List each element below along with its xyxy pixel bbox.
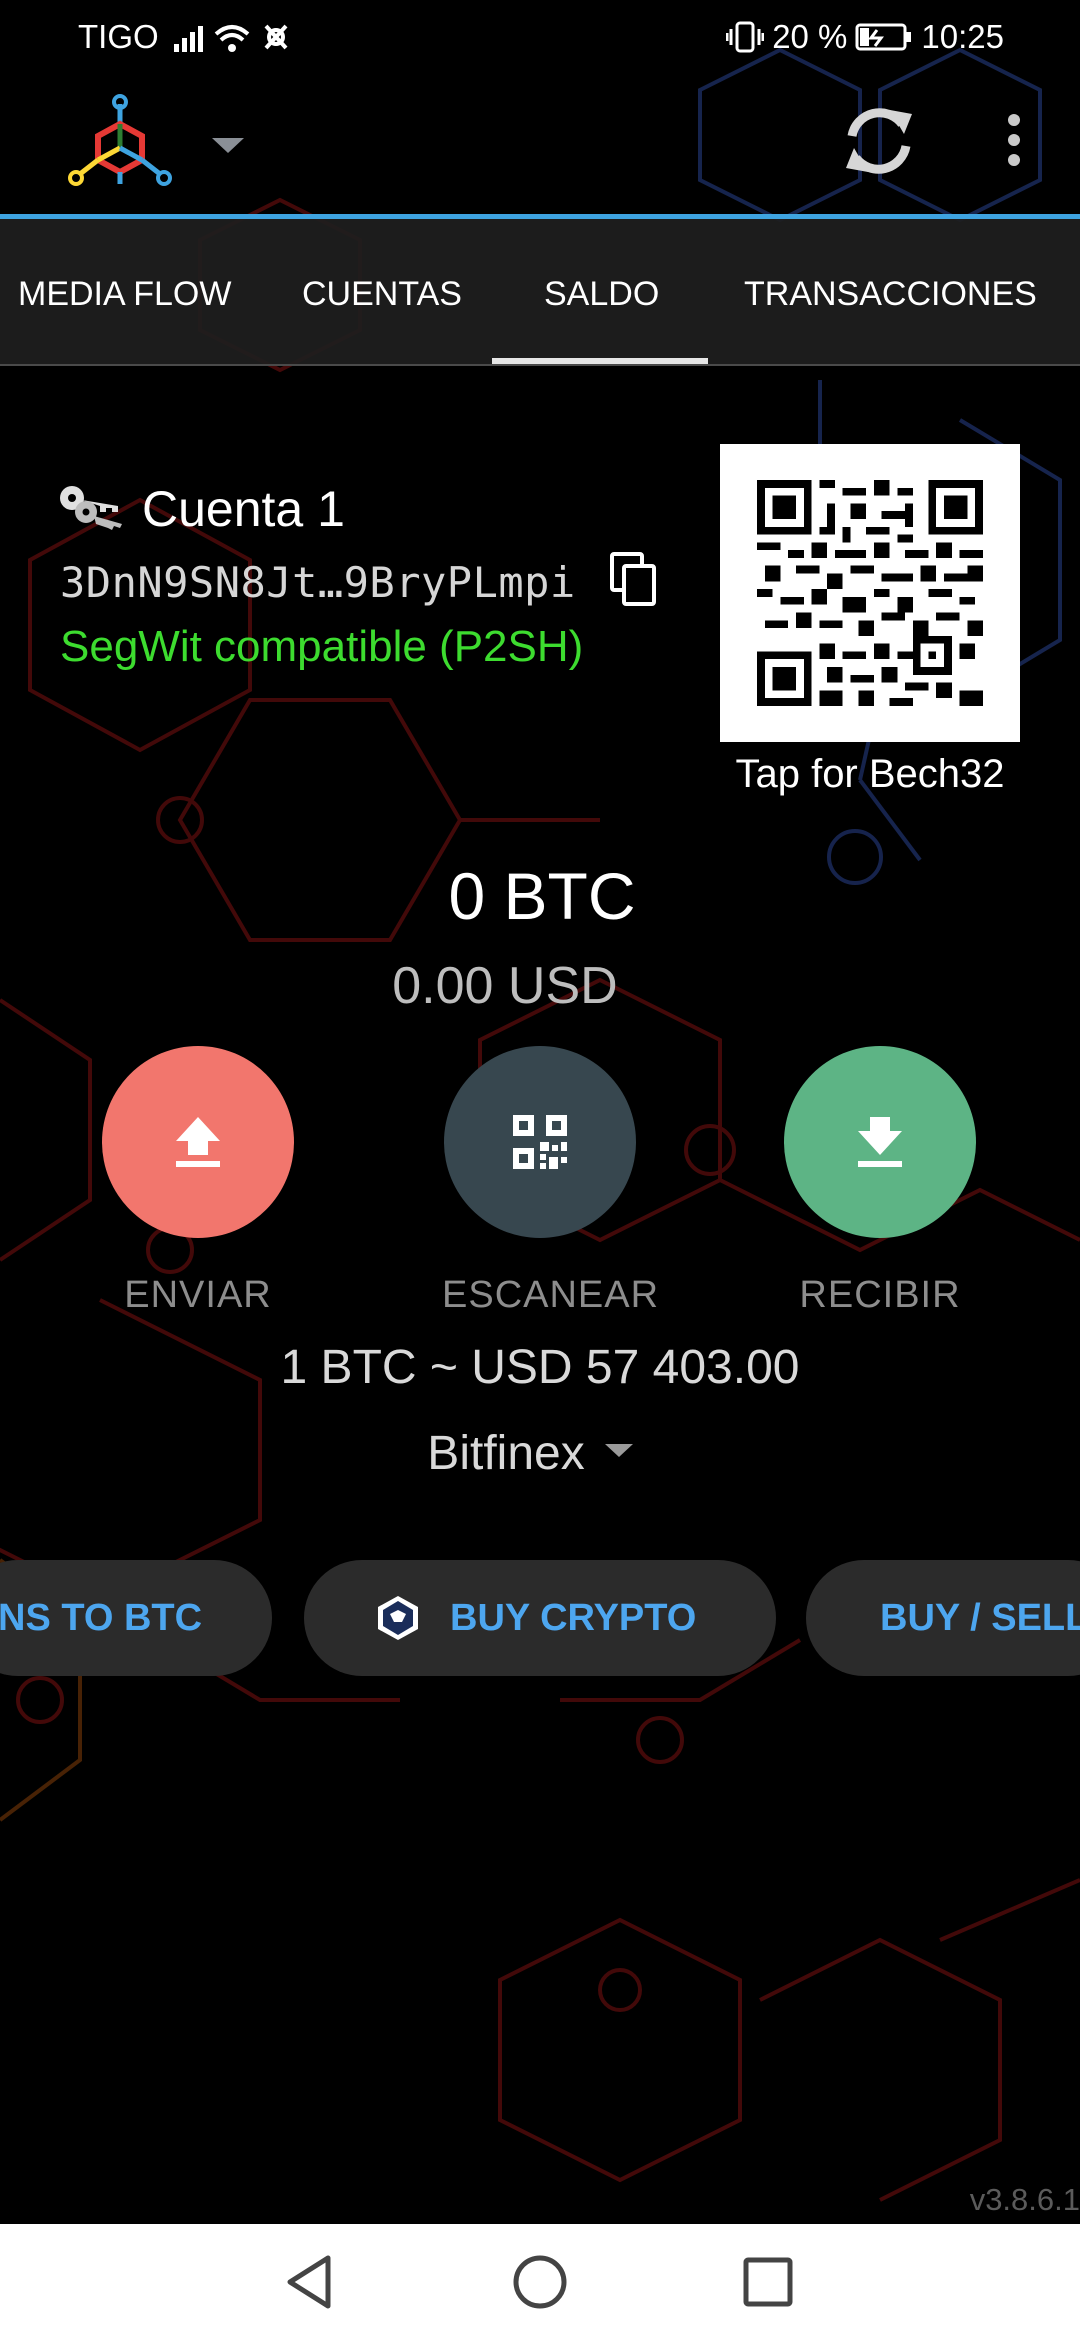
pill-coins-to-btc[interactable]: NS TO BTC bbox=[0, 1560, 272, 1676]
signal-icon bbox=[174, 24, 288, 52]
more-vert-icon[interactable] bbox=[1000, 114, 1028, 178]
crypto-com-icon bbox=[378, 1596, 418, 1640]
exchange-source: Bitfinex bbox=[427, 1427, 585, 1480]
back-icon[interactable] bbox=[276, 2248, 344, 2316]
scan-label: ESCANEAR bbox=[442, 1274, 660, 1316]
receive-circle[interactable] bbox=[784, 1046, 976, 1238]
send-circle[interactable] bbox=[102, 1046, 294, 1238]
receive-button[interactable]: RECIBIR bbox=[782, 1046, 978, 1317]
tab-media-flow[interactable]: MEDIA FLOW bbox=[18, 275, 231, 314]
qr-scan-icon bbox=[513, 1115, 567, 1169]
app-bar bbox=[0, 72, 1080, 216]
pill-buy-crypto-label: BUY CRYPTO bbox=[450, 1596, 697, 1639]
tab-transacciones[interactable]: TRANSACCIONES bbox=[744, 275, 1037, 314]
chevron-down-icon bbox=[604, 1443, 633, 1457]
exchange-source-selector[interactable]: Bitfinex bbox=[0, 1426, 1080, 1481]
balance-btc: 0 BTC bbox=[448, 859, 636, 933]
home-icon[interactable] bbox=[506, 2248, 574, 2316]
active-tab-indicator bbox=[492, 358, 708, 364]
notification-icon bbox=[264, 24, 288, 50]
qr-code[interactable] bbox=[720, 444, 1020, 742]
scan-button[interactable]: ESCANEAR bbox=[442, 1046, 660, 1317]
pill-buy-crypto[interactable]: BUY CRYPTO bbox=[304, 1560, 776, 1676]
qr-code-image bbox=[757, 480, 983, 706]
address-type: SegWit compatible (P2SH) bbox=[60, 622, 584, 671]
tab-cuentas[interactable]: CUENTAS bbox=[302, 275, 462, 314]
upload-icon bbox=[176, 1117, 220, 1167]
refresh-icon[interactable] bbox=[838, 100, 920, 182]
account-name: Cuenta 1 bbox=[142, 481, 345, 537]
tab-bar: MEDIA FLOW CUENTAS SALDO TRANSACCIONES bbox=[0, 219, 1080, 366]
battery-percent: 20 % bbox=[772, 18, 848, 55]
copy-icon[interactable] bbox=[610, 552, 658, 606]
receive-label: RECIBIR bbox=[799, 1274, 961, 1316]
pill-coins-to-btc-label: NS TO BTC bbox=[0, 1596, 203, 1639]
scan-circle[interactable] bbox=[444, 1046, 636, 1238]
tab-saldo[interactable]: SALDO bbox=[544, 275, 659, 314]
send-label: ENVIAR bbox=[124, 1274, 272, 1316]
send-button[interactable]: ENVIAR bbox=[100, 1046, 296, 1317]
navigation-bar bbox=[0, 2224, 1080, 2340]
app-logo[interactable] bbox=[68, 94, 172, 194]
wallet-dropdown-caret-icon[interactable] bbox=[212, 138, 244, 153]
app-version: v3.8.6.1 bbox=[969, 2182, 1080, 2217]
status-right: 20 % 10:25 bbox=[726, 18, 1004, 56]
keys-icon bbox=[60, 486, 122, 530]
balance-fiat: 0.00 USD bbox=[392, 957, 618, 1015]
clock: 10:25 bbox=[921, 18, 1004, 55]
pill-buy-sell[interactable]: BUY / SELL bbox=[806, 1560, 1080, 1676]
status-bar: TIGO 20 % 10:25 bbox=[0, 0, 1080, 72]
battery-icon bbox=[855, 23, 912, 51]
wallet-address[interactable]: 3DnN9SN8Jt…9BryPLmpi bbox=[60, 558, 576, 607]
pill-buy-sell-label: BUY / SELL bbox=[880, 1596, 1080, 1639]
carrier-name: TIGO bbox=[78, 18, 159, 55]
recents-icon[interactable] bbox=[734, 2248, 802, 2316]
qr-caption[interactable]: Tap for Bech32 bbox=[700, 752, 1040, 797]
download-icon bbox=[858, 1117, 902, 1167]
vibrate-icon bbox=[726, 21, 765, 53]
exchange-rate: 1 BTC ~ USD 57 403.00 bbox=[280, 1341, 800, 1394]
